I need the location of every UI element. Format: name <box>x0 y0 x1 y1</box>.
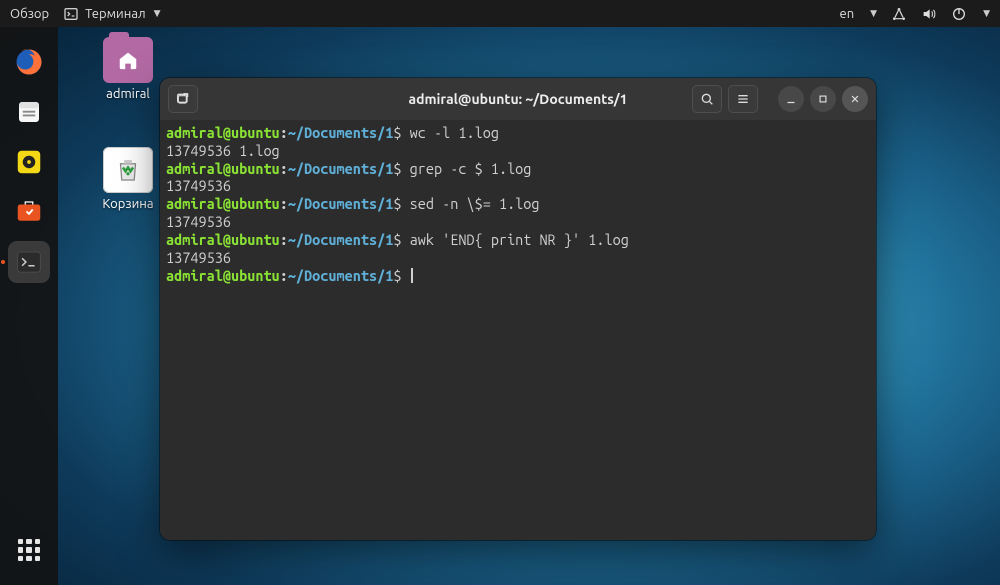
desktop-icon-label: Корзина <box>88 197 168 211</box>
minimize-button[interactable] <box>778 86 804 112</box>
chevron-down-icon: ▼ <box>870 8 877 19</box>
volume-icon[interactable] <box>921 6 937 22</box>
close-button[interactable] <box>842 86 868 112</box>
top-panel: Обзор Терминал ▼ en ▼ ▼ <box>0 0 1000 27</box>
desktop-icon-label: admiral <box>88 87 168 101</box>
power-icon[interactable] <box>951 6 967 22</box>
dock-app-firefox[interactable] <box>8 41 50 83</box>
new-tab-button[interactable] <box>168 85 198 113</box>
dock-app-files[interactable] <box>8 91 50 133</box>
chevron-down-icon: ▼ <box>154 8 161 19</box>
network-icon[interactable] <box>891 6 907 22</box>
dock <box>0 27 58 585</box>
search-button[interactable] <box>692 85 722 113</box>
desktop-trash[interactable]: Корзина <box>88 147 168 211</box>
dock-show-apps[interactable] <box>8 529 50 571</box>
terminal-window: admiral@ubuntu: ~/Documents/1 admiral@ub… <box>160 78 876 540</box>
chevron-down-icon: ▼ <box>983 8 990 19</box>
grid-icon <box>18 539 40 561</box>
window-titlebar[interactable]: admiral@ubuntu: ~/Documents/1 <box>160 78 876 120</box>
input-language-indicator[interactable]: en <box>840 7 855 21</box>
terminal-content[interactable]: admiral@ubuntu:~/Documents/1$ wc -l 1.lo… <box>160 120 876 540</box>
maximize-button[interactable] <box>810 86 836 112</box>
terminal-icon <box>63 6 79 22</box>
dock-app-software[interactable] <box>8 191 50 233</box>
dock-app-terminal[interactable] <box>8 241 50 283</box>
app-menu-label: Терминал <box>85 7 145 21</box>
activities-button[interactable]: Обзор <box>10 7 49 21</box>
app-menu[interactable]: Терминал ▼ <box>63 6 160 22</box>
menu-button[interactable] <box>728 85 758 113</box>
desktop-folder-admiral[interactable]: admiral <box>88 37 168 101</box>
trash-icon <box>103 147 153 193</box>
dock-app-rhythmbox[interactable] <box>8 141 50 183</box>
home-folder-icon <box>103 37 153 83</box>
